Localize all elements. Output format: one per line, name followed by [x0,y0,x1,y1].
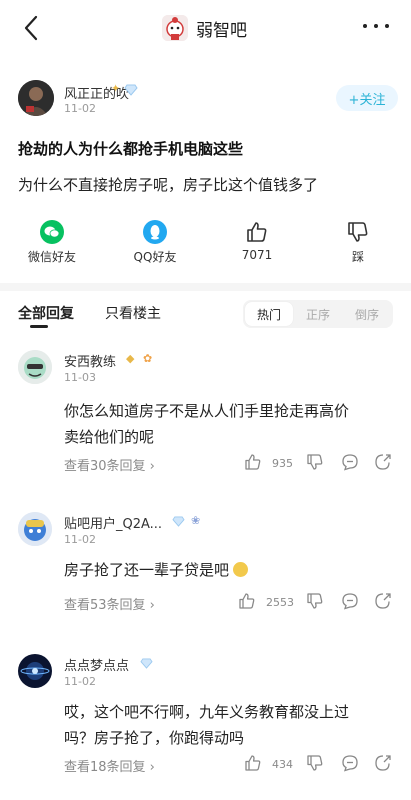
commenter-avatar[interactable] [18,654,52,688]
comment-date: 11-02 [64,533,96,546]
sort-descending[interactable]: 倒序 [343,300,391,328]
commenter-name[interactable]: 点点梦点点 [64,655,129,674]
flower-badge-icon: ❀ [191,514,201,527]
reply-bubble-icon[interactable] [341,754,359,772]
sort-toggle: 热门 正序 倒序 [243,300,393,328]
dislike-button[interactable]: 踩 [323,218,393,270]
comment-text-line: 卖给他们的呢 [64,428,155,446]
thumbs-up-icon[interactable] [238,592,256,610]
share-icon[interactable] [374,453,392,471]
commenter-avatar[interactable] [18,350,52,384]
view-replies-label: 查看18条回复 [64,760,146,775]
view-replies-link[interactable]: 查看18条回复 › [64,756,155,775]
share-qq-button[interactable]: QQ好友 [120,218,190,270]
view-replies-label: 查看30条回复 [64,459,146,474]
forum-name: 弱智吧 [196,20,247,41]
view-replies-link[interactable]: 查看53条回复 › [64,594,155,613]
comment-text: 哎，这个吧不行啊，九年义务教育都没上过 吗？房子抢了，你跑得动吗 [64,699,394,751]
diamond-badge-icon [140,658,153,669]
share-icon[interactable] [374,754,392,772]
post-author: 风正正的吹 ✦ 11-02 +关注 [18,80,398,120]
comment-text: 房子抢了还一辈子贷是吧 [64,557,394,583]
comment-like-count: 935 [272,457,293,470]
sort-ascending[interactable]: 正序 [294,300,342,328]
author-avatar[interactable] [18,80,54,116]
like-count: 7071 [241,248,273,262]
reply-bubble-icon[interactable] [341,592,359,610]
chevron-left-icon[interactable] [20,14,44,42]
post-actions: 微信好友 QQ好友 7071 踩 [0,218,411,270]
commenter-avatar[interactable] [18,512,52,546]
wechat-icon [40,220,64,244]
tab-all-replies[interactable]: 全部回复 [18,303,74,323]
share-icon[interactable] [374,592,392,610]
diamond-badge-icon [172,516,185,527]
dislike-label: 踩 [351,250,364,264]
sparkle-icon: ✦ [111,82,121,95]
thumbs-down-icon[interactable] [306,453,324,471]
more-dots-icon[interactable] [363,16,389,36]
smile-emoji-icon [233,562,249,577]
emoji-badge-icon: ✿ [143,352,153,365]
post-date: 11-02 [64,102,96,115]
comment-text-line: 你怎么知道房子不是从人们手里抢走再高价 [64,402,350,420]
comment-text-line: 哎，这个吧不行啊，九年义务教育都没上过 [64,703,350,721]
forum-header[interactable]: 弱智吧 [162,14,247,42]
thumbs-down-icon[interactable] [306,754,324,772]
comment-like-count: 2553 [266,596,294,609]
thumbs-down-icon [348,222,368,242]
section-divider [0,283,411,291]
comment-text: 你怎么知道房子不是从人们手里抢走再高价 卖给他们的呢 [64,398,394,450]
share-wechat-button[interactable]: 微信好友 [17,218,87,270]
top-bar: 弱智吧 [0,0,411,56]
qq-icon [143,220,167,244]
qq-label: QQ好友 [133,250,177,264]
view-replies-label: 查看53条回复 [64,598,146,613]
thumbs-up-icon[interactable] [244,453,262,471]
post-title: 抢劫的人为什么都抢手机电脑这些 [18,140,244,158]
comment-date: 11-02 [64,675,96,688]
sort-hot[interactable]: 热门 [245,302,293,326]
follow-button[interactable]: +关注 [336,85,398,111]
view-replies-link[interactable]: 查看30条回复 › [64,455,155,474]
tab-underline [30,325,48,328]
reply-tabs: 全部回复 只看楼主 热门 正序 倒序 [0,300,411,332]
commenter-name[interactable]: 安西教练 [64,351,116,370]
diamond-badge-icon [124,84,138,96]
post-body: 为什么不直接抢房子呢，房子比这个值钱多了 [18,176,319,194]
tab-op-only[interactable]: 只看楼主 [105,303,161,323]
comment-date: 11-03 [64,371,96,384]
like-button[interactable]: 7071 [222,218,292,270]
crown-badge-icon: ◆ [126,352,135,365]
commenter-name[interactable]: 贴吧用户_Q2A... [64,513,162,532]
thumbs-up-icon [247,222,267,242]
forum-avatar [162,15,188,41]
thumbs-up-icon[interactable] [244,754,262,772]
wechat-label: 微信好友 [27,250,76,264]
comment-text-line: 吗？房子抢了，你跑得动吗 [64,729,245,747]
reply-bubble-icon[interactable] [341,453,359,471]
comment-text-line: 房子抢了还一辈子贷是吧 [64,561,230,579]
comment-like-count: 434 [272,758,293,771]
thumbs-down-icon[interactable] [306,592,324,610]
